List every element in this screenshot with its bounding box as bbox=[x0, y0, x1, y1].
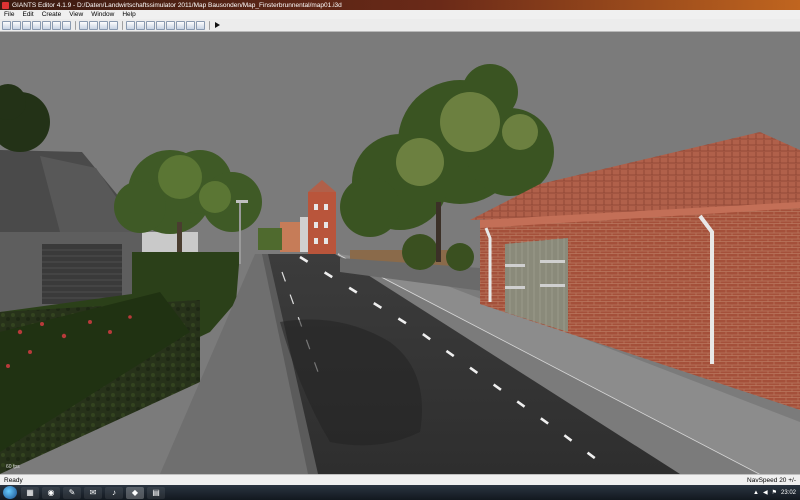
redo-icon[interactable] bbox=[89, 20, 98, 30]
wrench-icon[interactable]: ✎ bbox=[63, 486, 81, 499]
translate-icon[interactable] bbox=[126, 20, 135, 30]
flag-icon[interactable]: ⚑ bbox=[772, 489, 777, 496]
menu-help[interactable]: Help bbox=[118, 11, 139, 18]
play-icon[interactable] bbox=[213, 21, 221, 30]
new-icon[interactable] bbox=[2, 20, 11, 30]
nav-speed-text: NavSpeed 20 +/- bbox=[747, 476, 796, 484]
taskbar: ▦ ◉ ✎ ✉ ♪ ◆ ▤ ▲ ◀ ⚑ 23:02 bbox=[0, 485, 800, 500]
settings-icon[interactable] bbox=[196, 20, 205, 30]
menu-create[interactable]: Create bbox=[38, 11, 66, 18]
refresh-icon[interactable] bbox=[62, 20, 71, 30]
rotate-icon[interactable] bbox=[136, 20, 145, 30]
menu-file[interactable]: File bbox=[0, 11, 18, 18]
toolbar-separator bbox=[122, 20, 123, 30]
status-bar: Ready NavSpeed 20 +/- bbox=[0, 474, 800, 485]
toolbar bbox=[0, 19, 800, 32]
network-icon[interactable]: ▲ bbox=[753, 490, 759, 496]
3d-viewport[interactable]: 60 fps bbox=[0, 32, 800, 474]
fps-counter: 60 fps bbox=[6, 464, 20, 470]
toolbar-separator bbox=[75, 20, 76, 30]
menu-window[interactable]: Window bbox=[87, 11, 118, 18]
title-bar[interactable]: GIANTS Editor 4.1.9 - D:/Daten/Landwirts… bbox=[0, 0, 800, 10]
media-icon[interactable]: ♪ bbox=[105, 486, 123, 499]
clock[interactable]: 23:02 bbox=[781, 490, 796, 496]
scene-render bbox=[0, 32, 800, 474]
select-icon[interactable] bbox=[109, 20, 118, 30]
menu-view[interactable]: View bbox=[65, 11, 87, 18]
undo-icon[interactable] bbox=[79, 20, 88, 30]
save-icon[interactable] bbox=[22, 20, 31, 30]
move-icon[interactable] bbox=[99, 20, 108, 30]
menu-bar: File Edit Create View Window Help bbox=[0, 10, 800, 19]
mail-icon[interactable]: ✉ bbox=[84, 486, 102, 499]
scale-icon[interactable] bbox=[146, 20, 155, 30]
paint-icon[interactable] bbox=[166, 20, 175, 30]
start-button[interactable] bbox=[3, 486, 17, 499]
window-title: GIANTS Editor 4.1.9 - D:/Daten/Landwirts… bbox=[12, 1, 342, 9]
firefox-icon[interactable]: ◉ bbox=[42, 486, 60, 499]
save-as-icon[interactable] bbox=[32, 20, 41, 30]
terrain-icon[interactable] bbox=[156, 20, 165, 30]
camera-icon[interactable] bbox=[186, 20, 195, 30]
folder-icon[interactable]: ▤ bbox=[147, 486, 165, 499]
menu-edit[interactable]: Edit bbox=[18, 11, 37, 18]
foliage-icon[interactable] bbox=[176, 20, 185, 30]
taskbar-apps: ▦ ◉ ✎ ✉ ♪ ◆ ▤ bbox=[21, 486, 168, 499]
status-text: Ready bbox=[4, 476, 23, 484]
export-icon[interactable] bbox=[52, 20, 61, 30]
giants-editor-icon[interactable]: ◆ bbox=[126, 486, 144, 499]
toolbar-separator bbox=[209, 20, 210, 30]
import-icon[interactable] bbox=[42, 20, 51, 30]
open-icon[interactable] bbox=[12, 20, 21, 30]
explorer-icon[interactable]: ▦ bbox=[21, 486, 39, 499]
volume-icon[interactable]: ◀ bbox=[763, 489, 768, 496]
system-tray: ▲ ◀ ⚑ 23:02 bbox=[749, 489, 800, 497]
app-icon bbox=[2, 1, 9, 9]
